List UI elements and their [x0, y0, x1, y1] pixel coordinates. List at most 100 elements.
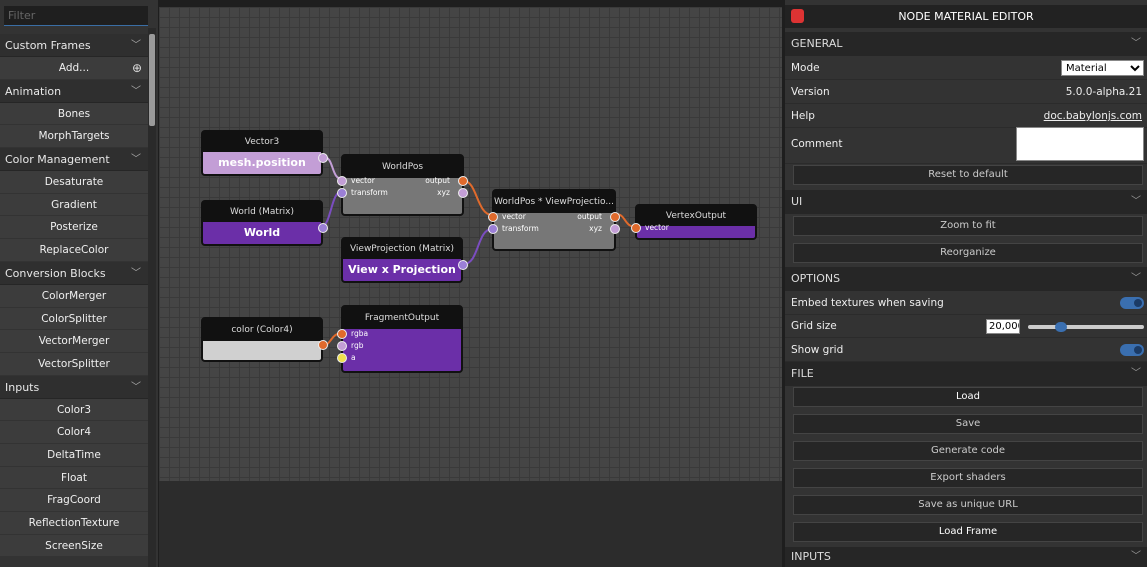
category-inputs[interactable]: Inputs ﹀: [0, 375, 148, 399]
node-vector3[interactable]: Vector3 mesh.position: [201, 130, 328, 176]
mode-select[interactable]: Material: [1061, 60, 1144, 76]
comment-label: Comment: [791, 138, 843, 150]
section-general[interactable]: GENERAL ﹀: [785, 32, 1147, 56]
palette-item-posterize[interactable]: Posterize: [0, 216, 148, 240]
port-label: vector: [645, 223, 669, 232]
port-label: vector: [502, 212, 526, 221]
grid-size-slider[interactable]: [1028, 322, 1144, 332]
palette-item-deltatime[interactable]: DeltaTime: [0, 443, 148, 467]
slider-knob[interactable]: [1055, 322, 1067, 332]
chevron-down-icon: ﹀: [131, 381, 141, 393]
reset-to-default-button[interactable]: Reset to default: [793, 165, 1143, 185]
port-label: output: [577, 212, 602, 221]
node-color4[interactable]: color (Color4): [201, 317, 328, 362]
category-conversion-blocks[interactable]: Conversion Blocks ﹀: [0, 261, 148, 285]
generate-code-button[interactable]: Generate code: [793, 441, 1143, 461]
reorganize-button[interactable]: Reorganize: [793, 243, 1143, 263]
output-port-icon[interactable]: [318, 223, 328, 233]
scrollbar-thumb[interactable]: [149, 34, 155, 126]
input-port-icon[interactable]: [488, 212, 498, 222]
version-label: Version: [791, 86, 830, 98]
input-port-icon[interactable]: [337, 329, 347, 339]
palette-item-add[interactable]: Add... ⊕: [0, 57, 148, 80]
grid-size-row: Grid size: [785, 314, 1147, 338]
section-options[interactable]: OPTIONS ﹀: [785, 267, 1147, 291]
node-viewprojection-matrix[interactable]: ViewProjection (Matrix) View x Projectio…: [341, 237, 468, 283]
node-worldpos-viewprojection[interactable]: WorldPos * ViewProjectio... vector trans…: [488, 189, 620, 251]
filter-input[interactable]: [4, 6, 148, 26]
palette-item-vectorsplitter[interactable]: VectorSplitter: [0, 352, 148, 376]
input-port-icon[interactable]: [337, 341, 347, 351]
grid-size-input[interactable]: [986, 319, 1020, 334]
section-header: OPTIONS: [791, 272, 841, 285]
chevron-down-icon: ﹀: [131, 267, 141, 279]
chevron-down-icon: ﹀: [1131, 273, 1141, 284]
comment-textarea[interactable]: [1016, 127, 1144, 161]
section-ui[interactable]: UI ﹀: [785, 190, 1147, 214]
input-port-icon[interactable]: [631, 223, 641, 233]
port-label: xyz: [437, 188, 450, 197]
output-port-icon[interactable]: [318, 340, 328, 350]
zoom-to-fit-button[interactable]: Zoom to fit: [793, 216, 1143, 236]
input-port-icon[interactable]: [337, 353, 347, 363]
graph-canvas[interactable]: Vector3 mesh.position World (Matrix) Wor…: [159, 7, 782, 481]
embed-textures-toggle[interactable]: [1120, 297, 1144, 309]
category-label: Conversion Blocks: [5, 266, 106, 280]
palette-item-gradient[interactable]: Gradient: [0, 193, 148, 217]
section-header: GENERAL: [791, 37, 843, 50]
load-button[interactable]: Load: [793, 387, 1143, 407]
palette-scrollbar[interactable]: [148, 28, 156, 567]
output-port-icon[interactable]: [610, 224, 620, 234]
node-value: View x Projection: [348, 263, 456, 276]
save-button[interactable]: Save: [793, 414, 1143, 434]
node-world-matrix[interactable]: World (Matrix) World: [201, 200, 328, 246]
category-animation[interactable]: Animation ﹀: [0, 79, 148, 103]
palette-item-replacecolor[interactable]: ReplaceColor: [0, 239, 148, 262]
help-label: Help: [791, 110, 815, 122]
output-port-icon[interactable]: [610, 212, 620, 222]
output-port-icon[interactable]: [318, 153, 328, 163]
palette-list: Custom Frames ﹀ Add... ⊕ Animation ﹀ Bones …: [0, 34, 148, 558]
add-circle-icon: ⊕: [131, 61, 142, 75]
palette-item-reflectiontexture[interactable]: ReflectionTexture: [0, 512, 148, 535]
output-port-icon[interactable]: [458, 260, 468, 270]
output-port-icon[interactable]: [458, 176, 468, 186]
output-port-icon[interactable]: [458, 188, 468, 198]
input-port-icon[interactable]: [337, 188, 347, 198]
show-grid-row: Show grid: [785, 338, 1147, 362]
category-custom-frames[interactable]: Custom Frames ﹀: [0, 34, 148, 57]
section-file[interactable]: FILE ﹀: [785, 362, 1147, 386]
port-label: output: [425, 176, 450, 185]
input-port-icon[interactable]: [488, 224, 498, 234]
save-unique-url-button[interactable]: Save as unique URL: [793, 495, 1143, 515]
palette-item-float[interactable]: Float: [0, 466, 148, 490]
show-grid-toggle[interactable]: [1120, 344, 1144, 356]
category-color-management[interactable]: Color Management ﹀: [0, 148, 148, 172]
palette-item-vectormerger[interactable]: VectorMerger: [0, 330, 148, 353]
panel-titlebar: NODE MATERIAL EDITOR: [785, 5, 1147, 28]
palette-item-colormerger[interactable]: ColorMerger: [0, 284, 148, 308]
palette-item-colorsplitter[interactable]: ColorSplitter: [0, 307, 148, 331]
palette-item-bones[interactable]: Bones: [0, 102, 148, 126]
palette-item-color4[interactable]: Color4: [0, 421, 148, 444]
palette-item-fragcoord[interactable]: FragCoord: [0, 489, 148, 512]
category-label: Inputs: [5, 380, 40, 394]
show-grid-label: Show grid: [791, 344, 844, 356]
input-port-icon[interactable]: [337, 176, 347, 186]
port-label: rgba: [351, 329, 369, 338]
palette-item-morphtargets[interactable]: MorphTargets: [0, 125, 148, 149]
node-vertex-output[interactable]: VertexOutput vector: [631, 204, 757, 240]
babylon-logo-icon: [791, 9, 804, 23]
node-worldpos[interactable]: WorldPos vector transform output xyz: [337, 154, 468, 216]
node-fragment-output[interactable]: FragmentOutput rgba rgb a: [337, 305, 463, 373]
node-title: color (Color4): [203, 319, 321, 341]
export-shaders-button[interactable]: Export shaders: [793, 468, 1143, 488]
palette-item-label: Add...: [58, 62, 90, 74]
palette-item-color3[interactable]: Color3: [0, 398, 148, 422]
node-title: WorldPos * ViewProjectio...: [494, 191, 614, 213]
load-frame-button[interactable]: Load Frame: [793, 522, 1143, 542]
section-inputs[interactable]: INPUTS ﹀: [785, 547, 1147, 567]
palette-item-desaturate[interactable]: Desaturate: [0, 171, 148, 194]
palette-item-screensize[interactable]: ScreenSize: [0, 534, 148, 558]
node-title: Vector3: [203, 132, 321, 152]
